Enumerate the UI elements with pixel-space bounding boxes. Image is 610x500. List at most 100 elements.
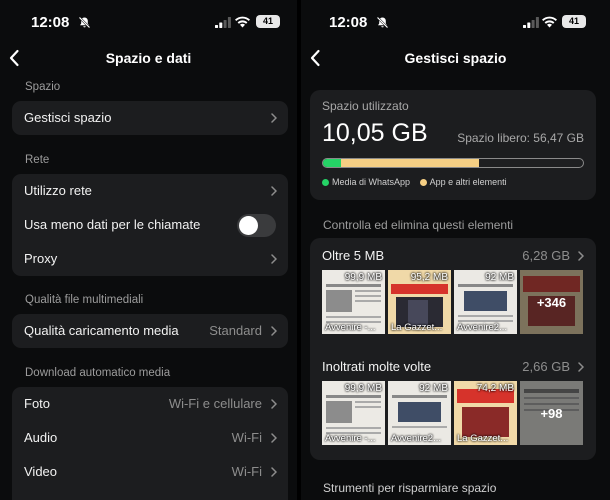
- media-thumbnail-more[interactable]: +98: [520, 381, 583, 445]
- row-label: Gestisci spazio: [24, 110, 112, 125]
- status-bar: 12:08 41: [0, 0, 297, 42]
- silent-bell-icon: [376, 16, 389, 29]
- manage-storage-screen: 12:08 41 Gestisci spazio Spazio utilizza…: [301, 0, 610, 500]
- battery-indicator: 41: [256, 15, 280, 28]
- row-manage-space[interactable]: Gestisci spazio: [12, 101, 288, 135]
- legend-whatsapp: Media di WhatsApp: [322, 177, 410, 187]
- thumbnail-name: Avvenire2...: [391, 433, 441, 444]
- thumbnail-size: 92 MB: [419, 383, 448, 394]
- page-title: Spazio e dati: [105, 50, 192, 66]
- row-label: Audio: [24, 430, 58, 445]
- more-count: +346: [520, 270, 583, 334]
- thumbnail-size: 99,9 MB: [344, 272, 382, 283]
- media-thumbnail[interactable]: 92 MB Avvenire2...: [454, 270, 517, 334]
- group-size: 2,66 GB: [522, 359, 570, 374]
- section-header-review: Controlla ed elimina questi elementi: [323, 218, 514, 232]
- usage-legend: Media di WhatsApp App e altri elementi: [322, 177, 514, 187]
- chevron-right-icon: [578, 251, 584, 261]
- thumbnail-strip: 99,9 MB Avvenire -... 95,2 MB La Gazzet.…: [322, 270, 584, 334]
- media-thumbnail-more[interactable]: +346: [520, 270, 583, 334]
- thumbnail-name: Avvenire -...: [325, 322, 376, 333]
- card-quality: Qualità caricamento media Standard: [12, 314, 288, 348]
- row-audio[interactable]: Audio Wi-Fi: [12, 421, 288, 455]
- row-value: Wi-Fi: [231, 430, 262, 445]
- media-thumbnail[interactable]: 95,2 MB La Gazzet...: [388, 270, 451, 334]
- silent-bell-icon: [78, 16, 91, 29]
- chevron-right-icon: [578, 362, 584, 372]
- review-card: Oltre 5 MB 6,28 GB 99,9 MB Avvenire -...…: [310, 238, 596, 460]
- status-time: 12:08: [31, 14, 70, 31]
- media-thumbnail[interactable]: 99,9 MB Avvenire -...: [322, 381, 385, 445]
- chevron-right-icon: [271, 433, 277, 443]
- less-data-calls-toggle[interactable]: [237, 214, 276, 237]
- row-label: Video: [24, 464, 58, 479]
- usage-bar-apps: [341, 159, 479, 167]
- status-bar: 12:08 41: [301, 0, 610, 42]
- chevron-right-icon: [271, 326, 277, 336]
- row-label: Proxy: [24, 251, 58, 266]
- row-proxy[interactable]: Proxy: [12, 242, 288, 276]
- thumbnail-size: 95,2 MB: [410, 272, 448, 283]
- more-count: +98: [520, 381, 583, 445]
- card-space: Gestisci spazio: [12, 101, 288, 135]
- toggle-knob: [239, 216, 258, 235]
- navigation-bar: Gestisci spazio: [301, 42, 610, 74]
- card-autodownload: Foto Wi-Fi e cellulare Audio Wi-Fi Video…: [12, 387, 288, 500]
- legend-apps: App e altri elementi: [419, 177, 507, 187]
- group-size: 6,28 GB: [522, 248, 570, 263]
- thumbnail-size: 92 MB: [485, 272, 514, 283]
- chevron-right-icon: [271, 399, 277, 409]
- navigation-bar: Spazio e dati: [0, 42, 297, 74]
- section-header-network: Rete: [25, 154, 50, 166]
- row-value: Wi-Fi: [231, 464, 262, 479]
- row-video[interactable]: Video Wi-Fi: [12, 455, 288, 489]
- chevron-right-icon: [271, 186, 277, 196]
- usage-bar-whatsapp: [323, 159, 342, 167]
- thumbnail-name: Avvenire2...: [457, 322, 507, 333]
- row-less-data-calls: Usa meno dati per le chiamate: [12, 208, 288, 242]
- page-title: Gestisci spazio: [404, 50, 507, 66]
- thumbnail-size: 74,2 MB: [476, 383, 514, 394]
- wifi-icon: [542, 16, 557, 28]
- storage-usage-card: Spazio utilizzato 10,05 GB Spazio libero…: [310, 90, 596, 200]
- cellular-signal-icon: [215, 17, 231, 28]
- section-header-space: Spazio: [25, 81, 61, 93]
- chevron-right-icon: [271, 254, 277, 264]
- section-header-autodownload: Download automatico media: [25, 367, 171, 379]
- status-time: 12:08: [329, 14, 368, 31]
- chevron-right-icon: [271, 467, 277, 477]
- row-label: Utilizzo rete: [24, 183, 92, 198]
- thumbnail-strip: 99,9 MB Avvenire -... 92 MB Avvenire2...…: [322, 381, 584, 445]
- row-value: Standard: [209, 323, 262, 338]
- row-value: Wi-Fi e cellulare: [168, 396, 262, 411]
- card-network: Utilizzo rete Usa meno dati per le chiam…: [12, 174, 288, 276]
- chevron-right-icon: [271, 113, 277, 123]
- battery-indicator: 41: [562, 15, 586, 28]
- wifi-icon: [235, 16, 250, 28]
- cellular-signal-icon: [523, 17, 539, 28]
- section-header-tools: Strumenti per risparmiare spazio: [323, 481, 497, 495]
- row-upload-quality[interactable]: Qualità caricamento media Standard: [12, 314, 288, 348]
- thumbnail-size: 99,9 MB: [344, 383, 382, 394]
- section-header-quality: Qualità file multimediali: [25, 294, 144, 306]
- thumbnail-name: La Gazzet...: [391, 322, 443, 333]
- thumbnail-name: Avvenire -...: [325, 433, 376, 444]
- row-network-usage[interactable]: Utilizzo rete: [12, 174, 288, 208]
- legend-dot: [322, 179, 329, 186]
- media-thumbnail[interactable]: 74,2 MB La Gazzet...: [454, 381, 517, 445]
- usage-label: Spazio utilizzato: [322, 99, 409, 113]
- group-title: Oltre 5 MB: [322, 248, 385, 263]
- row-label: Foto: [24, 396, 51, 411]
- group-title: Inoltrati molte volte: [322, 359, 432, 374]
- media-thumbnail[interactable]: 99,9 MB Avvenire -...: [322, 270, 385, 334]
- free-space: Spazio libero: 56,47 GB: [457, 131, 584, 145]
- row-label: Qualità caricamento media: [24, 323, 179, 338]
- usage-bar: [322, 158, 584, 168]
- legend-dot: [419, 179, 427, 186]
- data-storage-screen: 12:08 41 Spazio e dati Spazio Gestisci s…: [0, 0, 297, 500]
- media-thumbnail[interactable]: 92 MB Avvenire2...: [388, 381, 451, 445]
- usage-value: 10,05 GB: [322, 119, 428, 147]
- row-photo[interactable]: Foto Wi-Fi e cellulare: [12, 387, 288, 421]
- row-label: Usa meno dati per le chiamate: [24, 217, 201, 232]
- thumbnail-name: La Gazzet...: [457, 433, 509, 444]
